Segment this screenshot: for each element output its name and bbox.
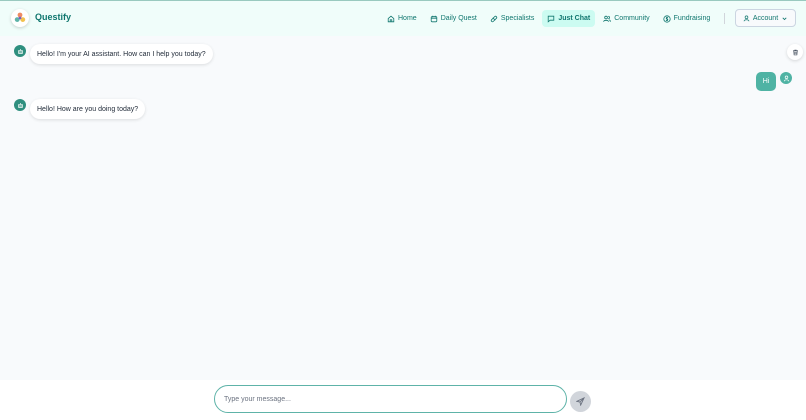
assistant-avatar — [14, 99, 26, 111]
nav-fundraising-label: Fundraising — [673, 15, 711, 22]
nav-specialists[interactable]: Specialists — [485, 10, 539, 27]
nav-home-label: Home — [398, 15, 417, 22]
calendar-icon — [430, 15, 437, 22]
message-text: Hello! How are you doing today? — [37, 105, 139, 113]
user-avatar — [780, 72, 792, 84]
bot-icon — [17, 48, 23, 54]
account-label: Account — [752, 14, 779, 22]
users-icon — [603, 15, 612, 22]
assistant-avatar — [14, 45, 26, 57]
assistant-message: Hello! How are you doing today? — [30, 99, 146, 119]
message-input[interactable] — [214, 385, 567, 413]
main-nav: Home Daily Quest Specialists Just Chat C… — [382, 10, 718, 27]
send-icon — [576, 397, 585, 406]
nav-home[interactable]: Home — [382, 10, 422, 27]
bot-icon — [17, 102, 23, 108]
nav-daily-quest-label: Daily Quest — [440, 15, 477, 22]
nav-fundraising[interactable]: Fundraising — [658, 10, 716, 27]
message-text: Hello! I'm your AI assistant. How can I … — [37, 50, 206, 58]
assistant-message: Hello! I'm your AI assistant. How can I … — [30, 44, 213, 64]
pill-icon — [490, 15, 498, 22]
user-icon — [743, 15, 750, 21]
account-dropdown[interactable]: Account — [735, 9, 796, 27]
chat-icon — [548, 15, 555, 23]
nav-just-chat[interactable]: Just Chat — [542, 10, 596, 27]
clear-chat-button[interactable] — [787, 44, 803, 60]
chevron-down-icon — [782, 17, 787, 20]
user-icon — [783, 75, 789, 81]
nav-community-label: Community — [614, 15, 650, 22]
message-text: Hi — [762, 78, 770, 85]
nav-community[interactable]: Community — [598, 10, 654, 27]
nav-specialists-label: Specialists — [500, 15, 535, 22]
top-navbar: Questify Home Daily Quest Specialists Ju… — [0, 0, 806, 36]
send-button[interactable] — [570, 391, 591, 412]
dollar-circle-icon — [663, 14, 671, 23]
questify-logo[interactable] — [11, 9, 29, 27]
brand-name[interactable]: Questify — [35, 12, 71, 22]
nav-daily-quest[interactable]: Daily Quest — [425, 10, 482, 27]
home-icon — [387, 15, 395, 22]
logo-icon — [14, 12, 26, 22]
trash-icon — [792, 49, 798, 55]
nav-divider — [724, 13, 725, 24]
nav-just-chat-label: Just Chat — [558, 15, 591, 22]
user-message: Hi — [756, 72, 776, 91]
